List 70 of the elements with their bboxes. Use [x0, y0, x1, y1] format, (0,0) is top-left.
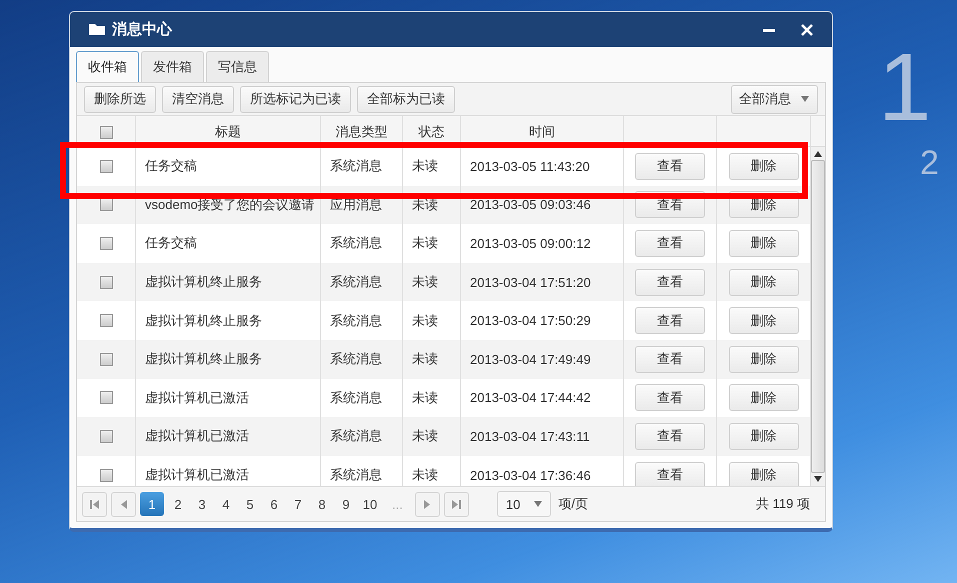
row-checkbox[interactable]	[100, 352, 112, 366]
scrollbar[interactable]	[811, 147, 825, 486]
previous-page-icon	[120, 500, 126, 508]
toolbar-button[interactable]: 所选标记为已读	[240, 86, 351, 112]
row-checkbox[interactable]	[100, 468, 112, 482]
column-header: 时间	[461, 116, 624, 146]
last-page-icon	[452, 500, 461, 508]
row-checkbox[interactable]	[100, 160, 112, 173]
first-page-button[interactable]	[82, 492, 107, 516]
total-count: 共 119 项	[756, 495, 810, 513]
delete-button[interactable]: 删除	[728, 384, 798, 412]
toolbar-button[interactable]: 删除所选	[84, 86, 156, 112]
tab[interactable]: 发件箱	[141, 51, 204, 82]
caret-icon	[801, 96, 809, 102]
next-page-icon	[424, 500, 430, 508]
row-checkbox[interactable]	[100, 314, 112, 328]
select-all-checkbox[interactable]	[100, 126, 112, 138]
row-checkbox[interactable]	[100, 198, 112, 212]
page-link[interactable]: 9	[336, 492, 356, 516]
page-size-dropdown[interactable]: 10	[496, 491, 552, 517]
page-link[interactable]: 6	[264, 492, 284, 516]
view-button[interactable]: 查看	[635, 462, 705, 486]
column-header: 状态	[403, 116, 461, 146]
scroll-down-icon[interactable]	[814, 476, 822, 482]
row-checkbox[interactable]	[100, 236, 112, 250]
caret-icon	[534, 501, 542, 507]
toolbar-button[interactable]: 全部标为已读	[357, 86, 455, 112]
close-icon[interactable]	[800, 22, 814, 36]
clock-hour: 1	[878, 40, 932, 136]
delete-button[interactable]: 删除	[728, 268, 798, 296]
tab[interactable]: 收件箱	[76, 51, 139, 82]
page-link[interactable]: 5	[240, 492, 260, 516]
column-header: 消息类型	[321, 116, 403, 146]
view-button[interactable]: 查看	[635, 230, 705, 257]
view-button[interactable]: 查看	[635, 384, 705, 412]
view-button[interactable]: 查看	[635, 152, 705, 180]
row-checkbox[interactable]	[100, 276, 112, 289]
first-page-icon	[90, 500, 99, 508]
delete-button[interactable]: 删除	[728, 230, 798, 257]
view-button[interactable]: 查看	[635, 346, 705, 373]
next-page-button[interactable]	[414, 492, 440, 516]
delete-button[interactable]: 删除	[728, 346, 798, 373]
filter-dropdown[interactable]: 全部消息	[731, 84, 818, 114]
column-header: 标题	[136, 116, 321, 146]
delete-button[interactable]: 删除	[728, 462, 798, 486]
page-size-label: 项/页	[558, 495, 588, 513]
page-link[interactable]: 1	[140, 492, 164, 516]
page-link[interactable]: 2	[168, 492, 188, 516]
page-link[interactable]: 10	[360, 492, 380, 516]
page-ellipsis: ...	[391, 496, 404, 512]
view-button[interactable]: 查看	[635, 268, 705, 296]
last-page-button[interactable]	[444, 492, 469, 516]
delete-button[interactable]: 删除	[728, 307, 798, 334]
view-button[interactable]: 查看	[635, 307, 705, 334]
delete-button[interactable]: 删除	[728, 152, 798, 180]
tab[interactable]: 写信息	[206, 51, 269, 82]
row-checkbox[interactable]	[100, 391, 112, 404]
page-link[interactable]: 7	[288, 492, 308, 516]
page-link[interactable]: 4	[216, 492, 236, 516]
window-title: 消息中心	[112, 20, 172, 39]
page-link[interactable]: 3	[192, 492, 212, 516]
clock-year: 2	[920, 146, 939, 180]
page-link[interactable]: 8	[312, 492, 332, 516]
scroll-up-icon[interactable]	[814, 151, 822, 157]
view-button[interactable]: 查看	[635, 422, 705, 450]
row-checkbox[interactable]	[100, 430, 112, 443]
delete-button[interactable]: 删除	[728, 422, 798, 450]
toolbar-button[interactable]: 清空消息	[162, 86, 234, 112]
folder-icon	[88, 23, 106, 36]
previous-page-button[interactable]	[111, 492, 136, 516]
